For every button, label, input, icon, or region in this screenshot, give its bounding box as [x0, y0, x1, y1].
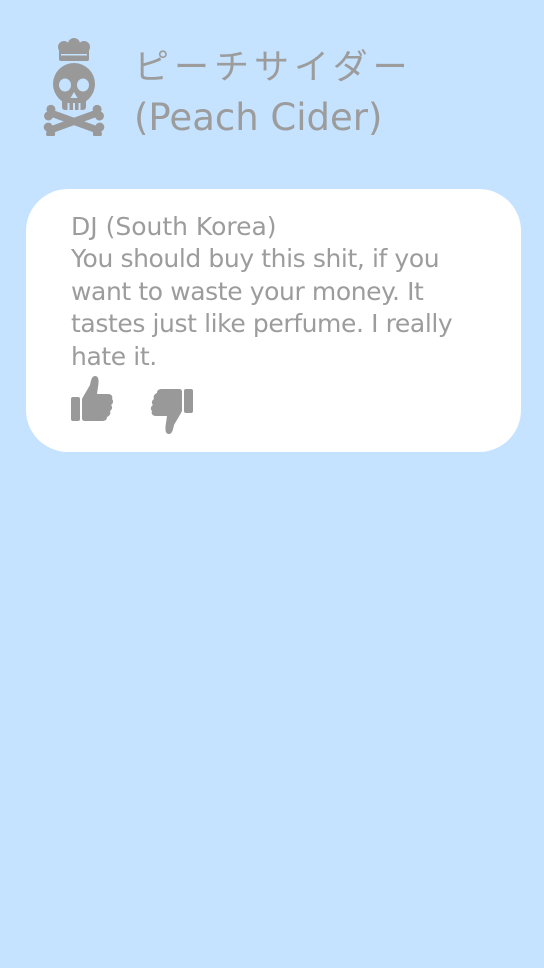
chef-skull-logo-icon	[40, 38, 108, 139]
thumbs-up-icon	[71, 376, 114, 421]
product-title-japanese: ピーチサイダー	[134, 48, 413, 88]
reviewer-name: DJ (South Korea)	[71, 212, 277, 241]
thumbs-down-button[interactable]	[150, 381, 194, 435]
review-card: DJ (South Korea) You should buy this shi…	[26, 189, 521, 452]
product-title-english: (Peach Cider)	[134, 96, 383, 139]
review-text: You should buy this shit, if you want to…	[71, 244, 453, 371]
product-title: ピーチサイダー (Peach Cider)	[134, 44, 534, 142]
page-header: ピーチサイダー (Peach Cider)	[0, 0, 544, 170]
thumbs-up-button[interactable]	[70, 375, 114, 429]
thumbs-down-icon	[150, 389, 193, 434]
